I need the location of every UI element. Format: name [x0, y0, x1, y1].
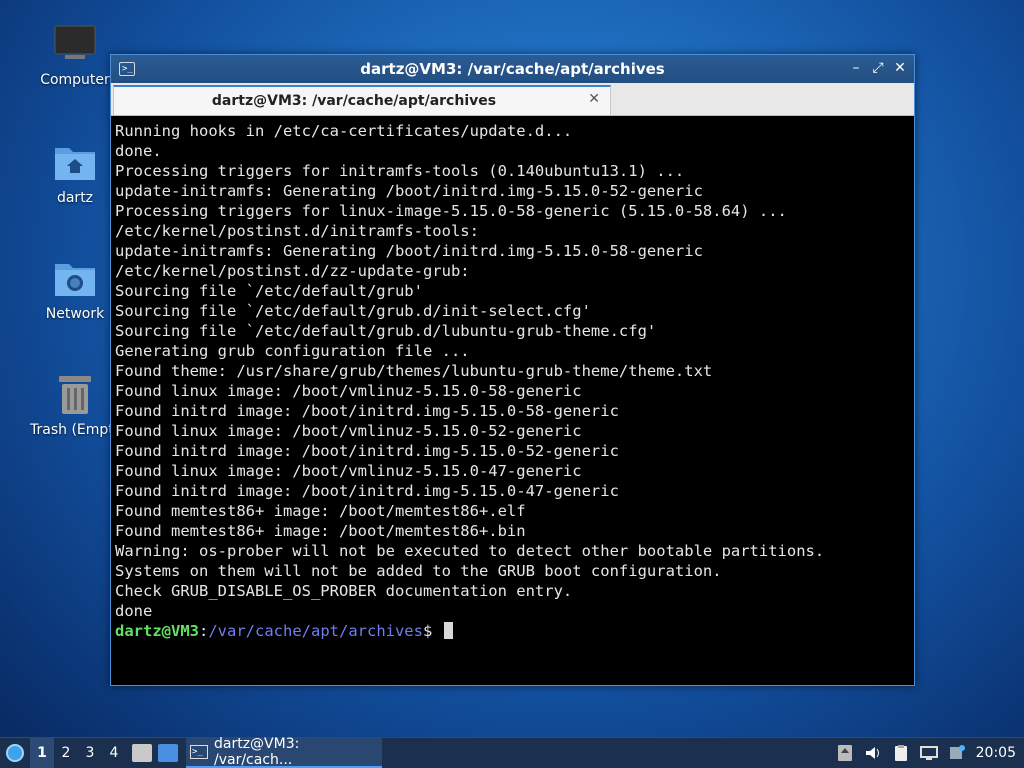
terminal-line: Generating grub configuration file ... [115, 342, 470, 360]
prompt-path: /var/cache/apt/archives [208, 622, 423, 640]
terminal-line: done [115, 602, 153, 620]
terminal-task-icon: >_ [190, 745, 208, 759]
desktop-icon-label: Computer [40, 72, 110, 88]
terminal-line: Found theme: /usr/share/grub/themes/lubu… [115, 362, 713, 380]
tab-close-icon[interactable]: ✕ [588, 91, 600, 107]
terminal-line: Found memtest86+ image: /boot/memtest86+… [115, 502, 526, 520]
minimize-icon[interactable]: – [848, 59, 864, 77]
trash-icon [53, 372, 97, 416]
maximize-icon[interactable]: ⤢ [870, 59, 886, 77]
terminal-line: Found linux image: /boot/vmlinuz-5.15.0-… [115, 382, 582, 400]
terminal-line: Processing triggers for initramfs-tools … [115, 162, 685, 180]
volume-icon[interactable] [864, 744, 882, 762]
show-desktop-icon[interactable] [158, 744, 178, 762]
desktop-icon-label: dartz [56, 190, 94, 206]
prompt-line: dartz@VM3:/var/cache/apt/archives$ [115, 621, 910, 641]
start-menu-button[interactable] [0, 738, 30, 768]
notifications-icon[interactable] [948, 744, 966, 762]
desktop-icon-label: Network [45, 306, 105, 322]
system-tray: 20:05 [836, 738, 1024, 768]
prompt-user: dartz@VM3 [115, 622, 199, 640]
update-notifier-icon[interactable] [836, 744, 854, 762]
terminal-line: Found linux image: /boot/vmlinuz-5.15.0-… [115, 422, 582, 440]
workspace-3[interactable]: 3 [78, 738, 102, 768]
terminal-tab[interactable]: dartz@VM3: /var/cache/apt/archives ✕ [113, 85, 611, 115]
terminal-line: Found initrd image: /boot/initrd.img-5.1… [115, 482, 619, 500]
terminal-line: Sourcing file `/etc/default/grub.d/lubun… [115, 322, 657, 340]
workspace-1[interactable]: 1 [30, 738, 54, 768]
close-icon[interactable]: ✕ [892, 59, 908, 77]
network-tray-icon[interactable] [919, 744, 938, 762]
lubuntu-logo-icon [6, 744, 24, 762]
clipboard-icon[interactable] [892, 744, 910, 762]
taskbar: 1 2 3 4 >_ dartz@VM3: /var/cach... 20:05 [0, 736, 1024, 768]
terminal-line: Found initrd image: /boot/initrd.img-5.1… [115, 402, 619, 420]
window-titlebar[interactable]: >_ dartz@VM3: /var/cache/apt/archives – … [111, 55, 914, 83]
terminal-line: Sourcing file `/etc/default/grub' [115, 282, 423, 300]
terminal-line: Warning: os-prober will not be executed … [115, 542, 825, 560]
terminal-line: Found initrd image: /boot/initrd.img-5.1… [115, 442, 619, 460]
window-title: dartz@VM3: /var/cache/apt/archives [360, 60, 665, 78]
prompt-symbol: $ [422, 622, 442, 640]
terminal-line: Found linux image: /boot/vmlinuz-5.15.0-… [115, 462, 582, 480]
workspace-4[interactable]: 4 [102, 738, 126, 768]
terminal-line: Processing triggers for linux-image-5.15… [115, 202, 787, 220]
clock[interactable]: 20:05 [976, 745, 1016, 761]
terminal-line: update-initramfs: Generating /boot/initr… [115, 182, 703, 200]
terminal-line: Systems on them will not be added to the… [115, 562, 722, 580]
text-cursor [443, 622, 453, 639]
workspace-2[interactable]: 2 [54, 738, 78, 768]
terminal-window: >_ dartz@VM3: /var/cache/apt/archives – … [110, 54, 915, 686]
task-label: dartz@VM3: /var/cach... [214, 736, 300, 768]
taskbar-task-terminal[interactable]: >_ dartz@VM3: /var/cach... [186, 736, 382, 768]
terminal-line: Check GRUB_DISABLE_OS_PROBER documentati… [115, 582, 573, 600]
network-folder-icon [53, 256, 97, 300]
computer-icon [53, 22, 97, 66]
tab-bar: dartz@VM3: /var/cache/apt/archives ✕ [111, 83, 914, 116]
home-folder-icon [53, 140, 97, 184]
file-manager-icon[interactable] [132, 744, 152, 762]
terminal-line: done. [115, 142, 162, 160]
desktop-icon-label: Trash (Empty) [30, 422, 120, 438]
terminal-line: update-initramfs: Generating /boot/initr… [115, 242, 703, 260]
prompt-separator: : [199, 622, 209, 640]
tab-label: dartz@VM3: /var/cache/apt/archives [211, 93, 497, 109]
terminal-line: Sourcing file `/etc/default/grub.d/init-… [115, 302, 591, 320]
terminal-line: /etc/kernel/postinst.d/zz-update-grub: [115, 262, 470, 280]
terminal-line: Found memtest86+ image: /boot/memtest86+… [115, 522, 526, 540]
terminal-line: /etc/kernel/postinst.d/initramfs-tools: [115, 222, 479, 240]
terminal-line: Running hooks in /etc/ca-certificates/up… [115, 122, 573, 140]
terminal-output[interactable]: Running hooks in /etc/ca-certificates/up… [113, 117, 912, 683]
